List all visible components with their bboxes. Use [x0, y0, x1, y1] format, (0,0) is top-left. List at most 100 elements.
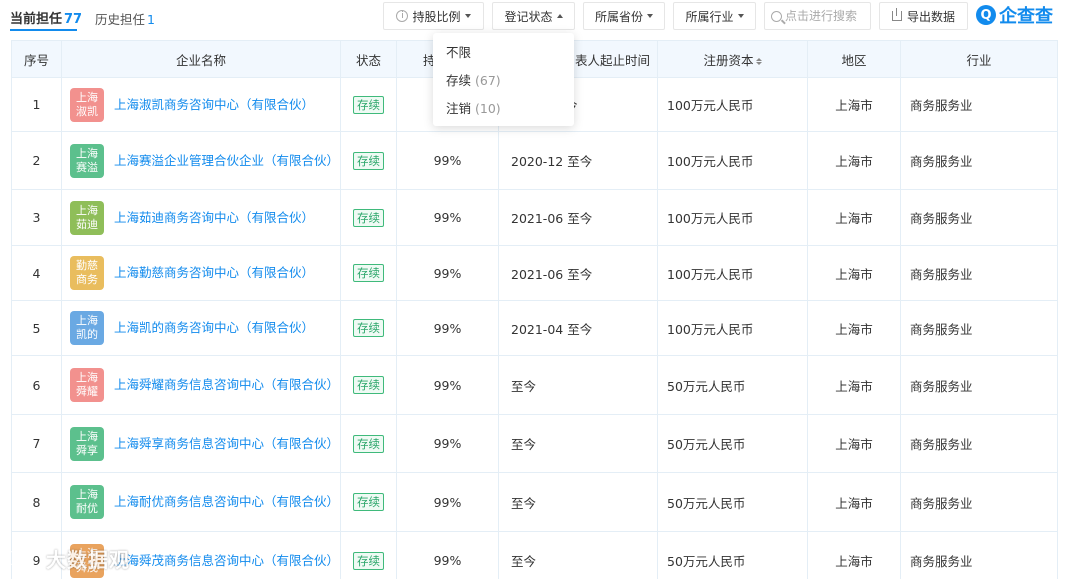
table-row[interactable]: 3 上海 茹迪 上海茹迪商务咨询中心（有限合伙） 存续 99% 2021-06 至今 100万…: [11, 189, 1058, 246]
dropdown-option-active[interactable]: 存续 (67): [433, 68, 574, 96]
row-index: 4: [11, 245, 62, 301]
chevron-down-icon: [464, 14, 471, 18]
registered-capital: 50万元人民币: [657, 414, 808, 473]
table-row[interactable]: 9 上海 舜茂 上海舜茂商务信息咨询中心（有限合伙） 存续 99% 至今 50万元人民币 上海市…: [11, 531, 1058, 579]
table-row[interactable]: 5 上海 凯的 上海凯的商务咨询中心（有限合伙） 存续 99% 2021-04 至今 100万…: [11, 300, 1058, 356]
search-icon: [771, 10, 782, 22]
registered-capital: 100万元人民币: [657, 245, 808, 301]
share-ratio: 99%: [396, 131, 499, 190]
export-button[interactable]: 导出数据: [879, 2, 968, 30]
row-index: 1: [11, 77, 62, 132]
table-row[interactable]: 8 上海 耐优 上海耐优商务信息咨询中心（有限合伙） 存续 99% 至今 50万元人民币 上海市…: [11, 472, 1058, 532]
company-name-link[interactable]: 上海舜享商务信息咨询中心（有限合伙）: [114, 434, 339, 454]
industry: 商务服务业: [900, 300, 1058, 356]
chevron-down-icon: [737, 14, 744, 18]
region: 上海市: [807, 189, 901, 246]
province-filter[interactable]: 所属省份: [583, 2, 665, 30]
watermark: 大数据观: [6, 544, 130, 573]
reg-status-filter[interactable]: 登记状态: [492, 2, 575, 30]
region: 上海市: [807, 414, 901, 473]
col-idx: 序号: [11, 40, 62, 78]
industry: 商务服务业: [900, 472, 1058, 532]
table-row[interactable]: 4 勤慈 商务 上海勤慈商务咨询中心（有限合伙） 存续 99% 2021-06 至今 100万…: [11, 245, 1058, 301]
status-badge: 存续: [353, 434, 384, 453]
share-ratio: 99%: [396, 300, 499, 356]
registered-capital: 100万元人民币: [657, 131, 808, 190]
company-name-link[interactable]: 上海勤慈商务咨询中心（有限合伙）: [114, 263, 314, 283]
company-avatar: 上海 淑凯: [70, 87, 104, 122]
qcc-logo: Q 企查查: [976, 4, 1053, 27]
row-index: 5: [11, 300, 62, 356]
region: 上海市: [807, 131, 901, 190]
qcc-logo-icon: Q: [976, 5, 996, 25]
registered-capital: 50万元人民币: [657, 355, 808, 415]
company-name-link[interactable]: 上海赛溢企业管理合伙企业（有限合伙）: [114, 151, 339, 171]
table-row[interactable]: 7 上海 舜享 上海舜享商务信息咨询中心（有限合伙） 存续 99% 至今 50万元人民币 上海市…: [11, 414, 1058, 473]
status-badge: 存续: [353, 95, 384, 114]
tab-current-positions[interactable]: 当前担任 77: [10, 8, 82, 27]
chevron-down-icon: [647, 14, 653, 18]
sort-icon[interactable]: [755, 57, 762, 65]
share-ratio: 99%: [396, 531, 499, 579]
col-status: 状态: [340, 40, 397, 78]
row-index: 3: [11, 189, 62, 246]
table-row[interactable]: 6 上海 舜耀 上海舜耀商务信息咨询中心（有限合伙） 存续 99% 至今 50万元人民币 上海市…: [11, 355, 1058, 415]
industry-filter[interactable]: 所属行业: [673, 2, 756, 30]
registered-capital: 100万元人民币: [657, 77, 808, 132]
info-icon: i: [396, 10, 409, 22]
search-box[interactable]: [764, 2, 871, 30]
table-row[interactable]: 2 上海 赛溢 上海赛溢企业管理合伙企业（有限合伙） 存续 99% 2020-12 至今 10…: [11, 131, 1058, 190]
status-badge: 存续: [353, 208, 384, 227]
company-avatar: 上海 茹迪: [70, 200, 104, 235]
share-ratio: 99%: [396, 189, 499, 246]
share-ratio: 99%: [396, 472, 499, 532]
industry: 商务服务业: [900, 355, 1058, 415]
history-count: 1: [147, 12, 155, 27]
status-badge: 存续: [353, 264, 384, 282]
company-avatar: 上海 凯的: [70, 311, 104, 345]
industry: 商务服务业: [900, 77, 1058, 132]
active-tab-underline: [10, 29, 77, 31]
share-ratio: 99%: [396, 245, 499, 301]
registered-capital: 100万元人民币: [657, 300, 808, 356]
company-name-link[interactable]: 上海耐优商务信息咨询中心（有限合伙）: [114, 492, 339, 512]
table-body: 1上海淑凯上海淑凯商务咨询中心（有限合伙）存续今100万元人民币上海市商务服务业…: [11, 77, 1058, 579]
tab-history-positions[interactable]: 历史担任 1: [95, 9, 155, 28]
industry: 商务服务业: [900, 531, 1058, 579]
company-name-link[interactable]: 上海舜耀商务信息咨询中心（有限合伙）: [114, 375, 339, 395]
company-avatar: 勤慈 商务: [70, 256, 104, 290]
company-name-link[interactable]: 上海茹迪商务咨询中心（有限合伙）: [114, 208, 314, 228]
company-name-link[interactable]: 上海舜茂商务信息咨询中心（有限合伙）: [114, 551, 339, 571]
period: 至今: [498, 355, 658, 415]
company-name-link[interactable]: 上海凯的商务咨询中心（有限合伙）: [114, 318, 314, 338]
current-count: 77: [64, 12, 83, 27]
dropdown-option-all[interactable]: 不限: [433, 40, 574, 68]
dropdown-option-cancelled[interactable]: 注销 (10): [433, 96, 574, 124]
period: 2020-12 至今: [498, 131, 658, 190]
company-avatar: 上海 耐优: [70, 485, 104, 519]
company-name-link[interactable]: 上海淑凯商务咨询中心（有限合伙）: [114, 95, 314, 115]
registered-capital: 100万元人民币: [657, 189, 808, 246]
period: 至今: [498, 414, 658, 473]
period: 2021-04 至今: [498, 300, 658, 356]
col-region: 地区: [807, 40, 901, 78]
period: 至今: [498, 472, 658, 532]
col-capital[interactable]: 注册资本: [657, 40, 808, 78]
company-avatar: 上海 舜享: [70, 426, 104, 461]
share-ratio-filter[interactable]: i 持股比例: [383, 2, 484, 30]
reg-status-dropdown: 不限 存续 (67) 注销 (10): [433, 33, 574, 126]
row-index: 6: [11, 355, 62, 415]
status-badge: 存续: [353, 151, 384, 170]
period: 2021-06 至今: [498, 245, 658, 301]
share-ratio: 99%: [396, 414, 499, 473]
search-input[interactable]: [785, 9, 865, 23]
region: 上海市: [807, 531, 901, 579]
col-industry: 行业: [900, 40, 1058, 78]
registered-capital: 50万元人民币: [657, 531, 808, 579]
export-icon: [891, 8, 902, 21]
region: 上海市: [807, 300, 901, 356]
period: 至今: [498, 531, 658, 579]
row-index: 2: [11, 131, 62, 190]
region: 上海市: [807, 472, 901, 532]
col-name: 企业名称: [61, 40, 341, 78]
